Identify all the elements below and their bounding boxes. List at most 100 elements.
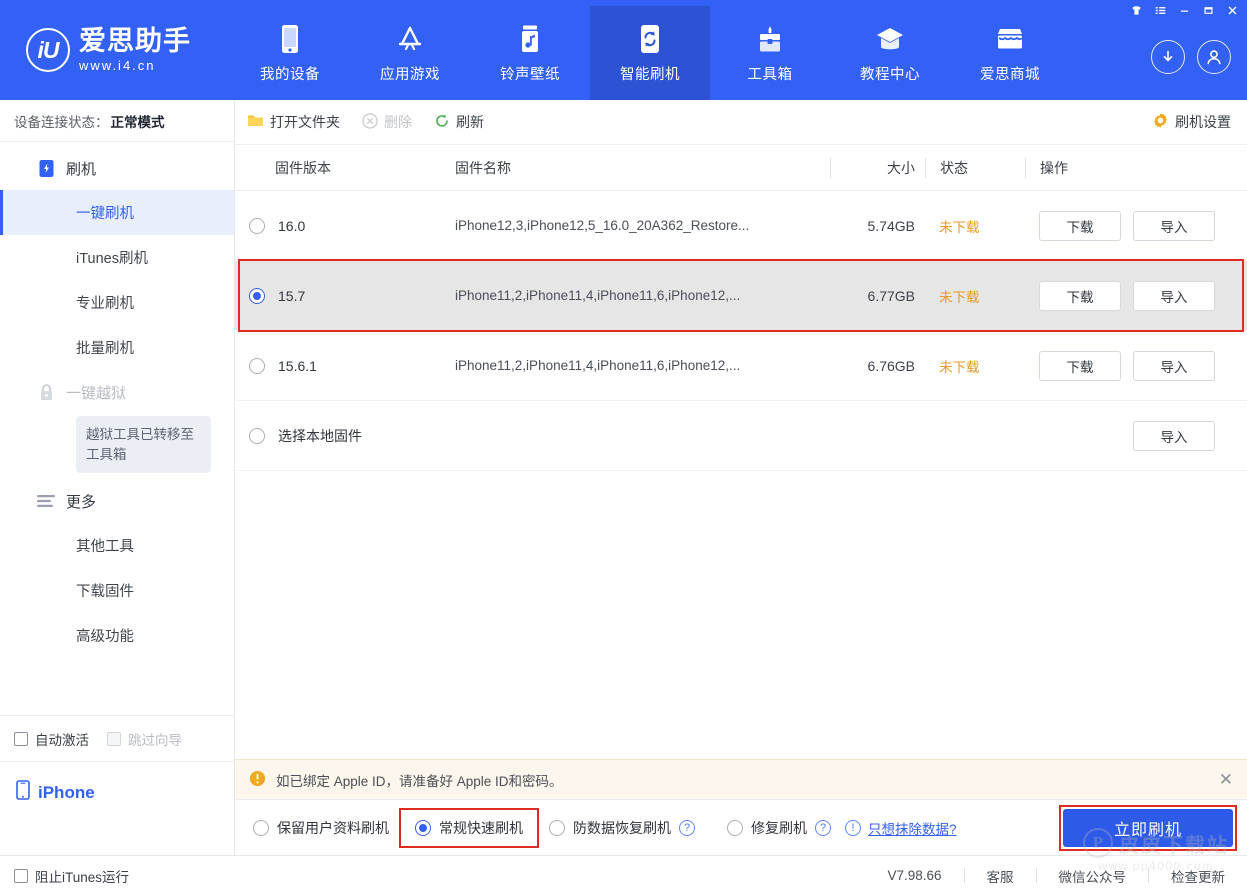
phone-icon — [16, 780, 30, 805]
flash-settings-label: 刷机设置 — [1175, 112, 1231, 132]
row-version-cell: 15.7 — [235, 288, 440, 304]
jailbreak-moved-tip: 越狱工具已转移至工具箱 — [76, 416, 211, 473]
option-radio[interactable] — [253, 820, 269, 836]
nav-item-my-device[interactable]: 我的设备 — [230, 6, 350, 100]
nav-item-toolbox[interactable]: 工具箱 — [710, 6, 830, 100]
table-row[interactable]: 15.6.1 iPhone11,2,iPhone11,4,iPhone11,6,… — [235, 331, 1247, 401]
device-entry[interactable]: iPhone — [16, 780, 234, 805]
application-window: iU 爱思助手 www.i4.cn 我的设备 应用游戏 — [0, 0, 1247, 895]
sidebar-item-download-firmware[interactable]: 下载固件 — [0, 568, 234, 613]
option-radio[interactable] — [415, 820, 431, 836]
appstore-icon — [395, 21, 425, 57]
firmware-name: iPhone11,2,iPhone11,4,iPhone11,6,iPhone1… — [440, 288, 830, 303]
option-radio[interactable] — [549, 820, 565, 836]
import-button[interactable]: 导入 — [1133, 281, 1215, 311]
skip-wizard-label: 跳过向导 — [128, 729, 182, 749]
sidebar-group-jailbreak: 一键越狱 — [0, 370, 234, 414]
skip-wizard-checkbox: 跳过向导 — [107, 729, 182, 749]
close-icon[interactable]: ✕ — [1219, 771, 1233, 788]
download-button[interactable]: 下载 — [1039, 281, 1121, 311]
help-icon[interactable]: ? — [815, 820, 831, 836]
option-label: 保留用户资料刷机 — [277, 818, 389, 838]
row-version-cell: 16.0 — [235, 218, 440, 234]
refresh-button[interactable]: 刷新 — [434, 112, 484, 132]
shop-icon — [994, 21, 1026, 57]
sidebar-item-label: 其他工具 — [76, 535, 134, 556]
connection-status-label: 设备连接状态： — [14, 111, 109, 131]
option-radio[interactable] — [727, 820, 743, 836]
auto-activate-checkbox[interactable]: 自动激活 — [14, 729, 89, 749]
block-itunes-checkbox[interactable]: 阻止iTunes运行 — [14, 866, 129, 886]
table-row[interactable]: 16.0 iPhone12,3,iPhone12,5_16.0_20A362_R… — [235, 191, 1247, 261]
help-icon[interactable]: ? — [679, 820, 695, 836]
import-button[interactable]: 导入 — [1133, 421, 1215, 451]
device-name: iPhone — [38, 783, 95, 803]
table-row-local-firmware[interactable]: 选择本地固件 导入 — [235, 401, 1247, 471]
main-nav: 我的设备 应用游戏 铃声壁纸 智能刷机 — [230, 0, 1247, 100]
nav-item-smart-flash[interactable]: 智能刷机 — [590, 6, 710, 100]
download-circle-icon[interactable] — [1151, 40, 1185, 74]
firmware-radio[interactable] — [249, 218, 265, 234]
option-keep-user-data[interactable]: 保留用户资料刷机 — [253, 818, 389, 838]
erase-data-link[interactable]: 只想抹除数据? — [868, 818, 957, 838]
row-actions: 下载 导入 — [1025, 351, 1225, 381]
folder-icon — [247, 113, 264, 131]
checkbox-box — [107, 732, 121, 746]
sidebar-item-label: 下载固件 — [76, 580, 134, 601]
notice-text: 如已绑定 Apple ID，请准备好 Apple ID和密码。 — [276, 770, 563, 790]
firmware-version: 15.7 — [278, 288, 305, 304]
local-firmware-radio[interactable] — [249, 428, 265, 444]
wechat-link[interactable]: 微信公众号 — [1037, 866, 1149, 886]
download-button[interactable]: 下载 — [1039, 211, 1121, 241]
delete-icon — [362, 113, 378, 132]
nav-item-tutorial-center[interactable]: 教程中心 — [830, 6, 950, 100]
sidebar-group-flash[interactable]: 刷机 — [0, 146, 234, 190]
minimize-icon[interactable] — [1173, 1, 1195, 19]
import-button[interactable]: 导入 — [1133, 351, 1215, 381]
nav-item-ringtone-wallpaper[interactable]: 铃声壁纸 — [470, 6, 590, 100]
nav-item-apps-games[interactable]: 应用游戏 — [350, 6, 470, 100]
sidebar-item-other-tools[interactable]: 其他工具 — [0, 523, 234, 568]
skin-icon[interactable] — [1125, 1, 1147, 19]
account-circle-icon[interactable] — [1197, 40, 1231, 74]
delete-button: 删除 — [362, 112, 412, 132]
table-row[interactable]: 15.7 iPhone11,2,iPhone11,4,iPhone11,6,iP… — [235, 261, 1247, 331]
hamburger-icon — [36, 494, 56, 508]
nav-item-store[interactable]: 爱思商城 — [950, 6, 1070, 100]
nav-label: 应用游戏 — [380, 63, 440, 84]
row-actions: 导入 — [1025, 421, 1225, 451]
logo-title: 爱思助手 — [79, 27, 191, 55]
firmware-size: 5.74GB — [830, 218, 925, 234]
menu-icon[interactable] — [1149, 1, 1171, 19]
apple-id-notice: 如已绑定 Apple ID，请准备好 Apple ID和密码。 ✕ — [235, 759, 1247, 799]
flash-options-bar: 保留用户资料刷机 常规快速刷机 防数据恢复刷机 ? 修复刷机 ? — [235, 799, 1247, 855]
maximize-icon[interactable] — [1197, 1, 1219, 19]
nav-label: 工具箱 — [748, 63, 793, 84]
option-anti-recovery-flash[interactable]: 防数据恢复刷机 ? — [549, 818, 695, 838]
firmware-radio[interactable] — [249, 288, 265, 304]
sidebar-item-itunes-flash[interactable]: iTunes刷机 — [0, 235, 234, 280]
flash-now-button[interactable]: 立即刷机 — [1063, 809, 1233, 847]
download-button[interactable]: 下载 — [1039, 351, 1121, 381]
sidebar-item-label: 高级功能 — [76, 625, 134, 646]
sidebar-item-one-key-flash[interactable]: 一键刷机 — [0, 190, 234, 235]
lock-icon — [36, 383, 56, 402]
check-update-link[interactable]: 检查更新 — [1149, 866, 1225, 886]
sidebar-item-advanced[interactable]: 高级功能 — [0, 613, 234, 658]
flash-settings-button[interactable]: 刷机设置 — [1152, 112, 1231, 132]
sidebar-item-batch-flash[interactable]: 批量刷机 — [0, 325, 234, 370]
device-panel: iPhone — [0, 761, 234, 855]
sidebar-item-label: iTunes刷机 — [76, 247, 148, 268]
app-logo: iU 爱思助手 www.i4.cn — [0, 0, 230, 100]
customer-service-link[interactable]: 客服 — [965, 866, 1036, 886]
close-icon[interactable] — [1221, 1, 1243, 19]
open-folder-button[interactable]: 打开文件夹 — [247, 112, 340, 132]
sidebar-group-more[interactable]: 更多 — [0, 479, 234, 523]
firmware-radio[interactable] — [249, 358, 265, 374]
firmware-version: 16.0 — [278, 218, 305, 234]
import-button[interactable]: 导入 — [1133, 211, 1215, 241]
option-repair-flash[interactable]: 修复刷机 ? — [727, 818, 831, 838]
option-normal-fast-flash[interactable]: 常规快速刷机 — [399, 808, 539, 848]
sidebar-item-pro-flash[interactable]: 专业刷机 — [0, 280, 234, 325]
local-firmware-label: 选择本地固件 — [278, 426, 362, 446]
